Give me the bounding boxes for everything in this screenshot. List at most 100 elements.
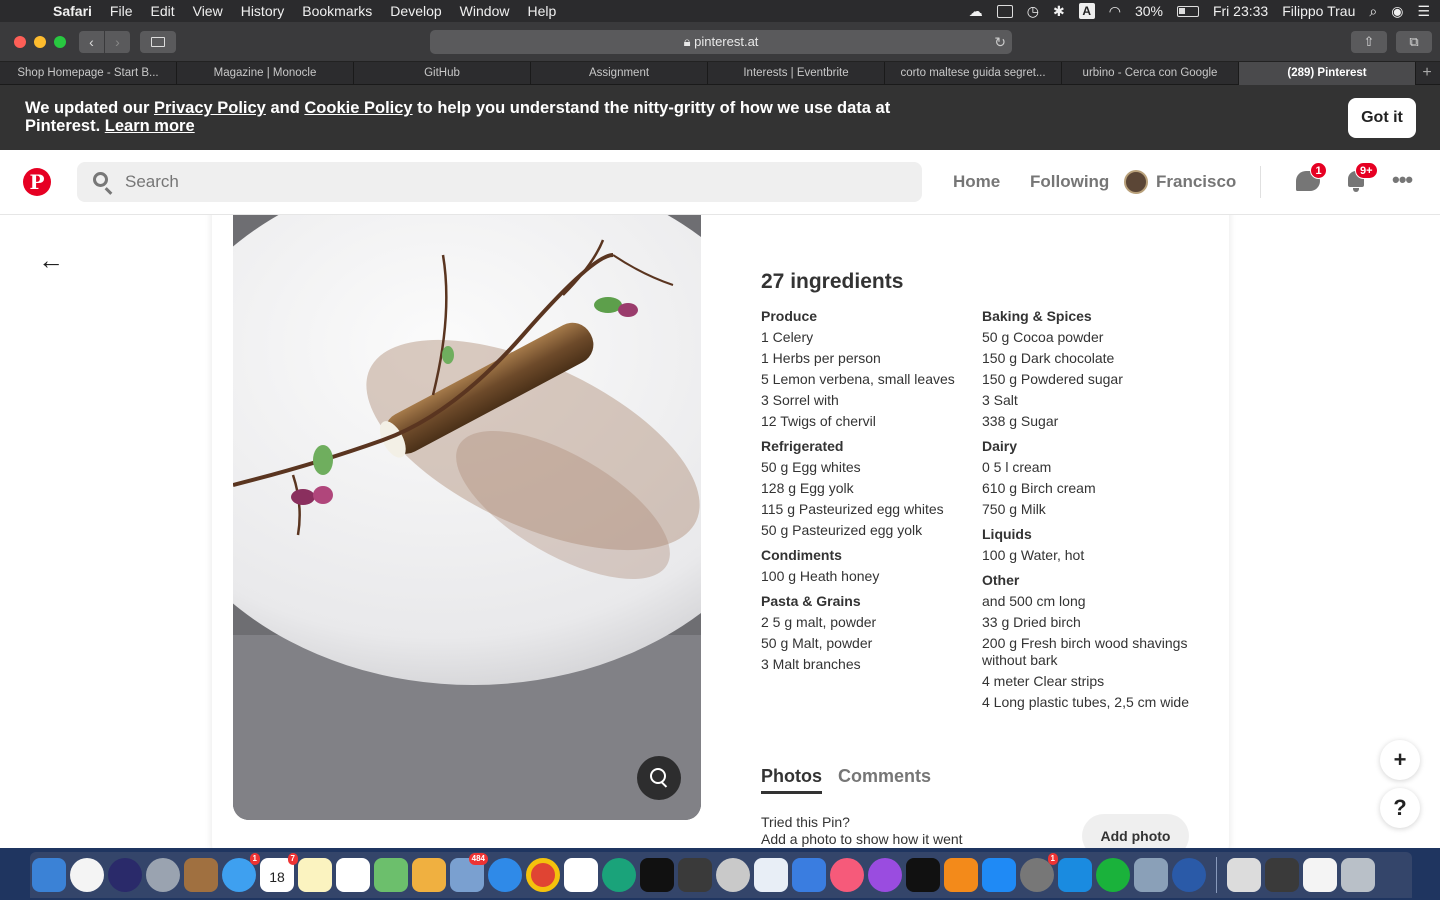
tab-photos[interactable]: Photos [761, 766, 822, 794]
spotlight-icon[interactable]: ⌕ [1369, 3, 1377, 20]
calendar-icon[interactable]: 18 7 [260, 853, 298, 892]
ingredient-item: 1 Herbs per person [761, 350, 881, 366]
menu-window[interactable]: Window [451, 3, 519, 19]
tab-github[interactable]: GitHub [354, 62, 531, 85]
maps-icon[interactable] [374, 858, 408, 892]
close-window-button[interactable] [14, 36, 26, 48]
spotify-icon[interactable] [1096, 858, 1130, 892]
music-icon[interactable] [830, 858, 864, 892]
add-photo-button[interactable]: Add photo [1082, 814, 1189, 848]
menu-app-name[interactable]: Safari [44, 3, 101, 19]
clock[interactable]: Fri 23:33 [1213, 3, 1268, 19]
safari-icon[interactable] [488, 858, 522, 892]
sidebar-toggle-button[interactable] [140, 31, 176, 53]
back-arrow-icon[interactable]: ← [38, 247, 64, 273]
menu-file[interactable]: File [101, 3, 142, 19]
menu-develop[interactable]: Develop [381, 3, 450, 19]
notification-center-icon[interactable]: ☰ [1417, 3, 1430, 20]
sequel-icon[interactable] [716, 858, 750, 892]
tab-monocle[interactable]: Magazine | Monocle [177, 62, 354, 85]
learn-more-link[interactable]: Learn more [105, 117, 195, 135]
battery-icon[interactable] [1176, 5, 1199, 17]
nav-following[interactable]: Following [1030, 172, 1109, 192]
chrome-icon[interactable] [526, 858, 560, 892]
podcasts-icon[interactable] [868, 858, 902, 892]
menu-view[interactable]: View [184, 3, 232, 19]
terminal-icon[interactable] [640, 858, 674, 892]
numbers-icon[interactable] [754, 858, 788, 892]
pages-icon[interactable] [412, 858, 446, 892]
privacy-policy-link[interactable]: Privacy Policy [154, 99, 266, 117]
wifi-icon[interactable]: ◠ [1109, 3, 1121, 20]
new-tab-icon[interactable]: + [1416, 62, 1438, 84]
notes-icon[interactable] [298, 858, 332, 892]
visual-search-icon[interactable] [637, 756, 681, 800]
screenshots-stack-icon[interactable] [1265, 858, 1299, 892]
books-icon[interactable] [944, 858, 978, 892]
trash-icon[interactable] [1341, 858, 1375, 892]
search-bar[interactable] [77, 162, 922, 202]
finder-icon[interactable] [32, 858, 66, 892]
siri-icon[interactable]: ◉ [1391, 3, 1403, 20]
share-button[interactable]: ⇧ [1351, 31, 1387, 53]
siri-dock-icon[interactable] [108, 858, 142, 892]
system-preferences-icon[interactable]: 1 [1020, 853, 1058, 892]
forward-nav-icon[interactable]: › [105, 31, 131, 53]
keynote-icon[interactable] [792, 858, 826, 892]
messages-dock-icon[interactable]: 1 [222, 853, 260, 892]
nav-home[interactable]: Home [953, 172, 1000, 192]
quicktime-icon[interactable] [1172, 858, 1206, 892]
image-capture-icon[interactable] [1134, 858, 1168, 892]
sublime-text-icon[interactable] [678, 858, 712, 892]
tab-overview-button[interactable]: ⧉ [1396, 31, 1432, 53]
cookie-policy-link[interactable]: Cookie Policy [304, 99, 412, 117]
downloads-stack-icon[interactable] [1227, 858, 1261, 892]
contacts-icon[interactable] [184, 858, 218, 892]
app-store-icon[interactable] [982, 858, 1016, 892]
ingredient-category: Produce [761, 308, 818, 324]
zoom-window-button[interactable] [54, 36, 66, 48]
menu-history[interactable]: History [232, 3, 294, 19]
tab-shop-homepage[interactable]: Shop Homepage - Start B... [0, 62, 177, 85]
reminders-icon[interactable] [336, 858, 370, 892]
reload-icon[interactable]: ↻ [994, 30, 1006, 54]
preview-icon[interactable]: 484 [450, 853, 488, 892]
user-name[interactable]: Filippo Trau [1282, 3, 1355, 19]
battery-percent[interactable]: 30% [1135, 3, 1163, 19]
tab-urbino[interactable]: urbino - Cerca con Google [1062, 62, 1239, 85]
tab-assignment[interactable]: Assignment [531, 62, 708, 85]
pin-image[interactable] [233, 215, 701, 820]
atom-icon[interactable] [602, 858, 636, 892]
help-button[interactable]: ? [1380, 788, 1420, 828]
time-machine-icon[interactable]: ◷ [1027, 3, 1039, 20]
back-nav-icon[interactable]: ‹ [79, 31, 105, 53]
ingredient-item: 4 Long plastic tubes, 2,5 cm wide [982, 694, 1190, 710]
cloud-icon[interactable]: ☁ [969, 3, 983, 20]
tab-pinterest[interactable]: (289) Pinterest [1239, 62, 1416, 85]
tab-comments[interactable]: Comments [838, 766, 931, 794]
create-plus-button[interactable]: + [1380, 740, 1420, 780]
tab-corto-maltese[interactable]: corto maltese guida segret... [885, 62, 1062, 85]
search-input[interactable] [125, 162, 905, 202]
menu-bookmarks[interactable]: Bookmarks [293, 3, 381, 19]
minimize-window-button[interactable] [34, 36, 46, 48]
pinterest-logo-icon[interactable]: P [23, 168, 51, 196]
photos-icon[interactable] [70, 858, 104, 892]
avatar[interactable] [1124, 170, 1148, 194]
launchpad-icon[interactable] [146, 858, 180, 892]
more-options-icon[interactable]: ••• [1392, 169, 1413, 191]
menu-help[interactable]: Help [518, 3, 565, 19]
documents-stack-icon[interactable] [1303, 858, 1337, 892]
got-it-button[interactable]: Got it [1348, 98, 1416, 138]
airplay-icon[interactable] [996, 4, 1013, 18]
tab-eventbrite[interactable]: Interests | Eventbrite [708, 62, 885, 85]
bluetooth-icon[interactable]: ✱ [1053, 3, 1065, 20]
address-bar[interactable]: 🔒︎ pinterest.at ↻ [430, 30, 1012, 54]
menu-edit[interactable]: Edit [141, 3, 183, 19]
input-source-icon[interactable]: A [1078, 3, 1095, 19]
nav-profile[interactable]: Francisco [1156, 172, 1236, 192]
slack-icon[interactable] [564, 858, 598, 892]
apple-tv-icon[interactable] [906, 858, 940, 892]
ingredient-item: 50 g Cocoa powder [982, 329, 1104, 345]
sky-go-icon[interactable] [1058, 858, 1092, 892]
